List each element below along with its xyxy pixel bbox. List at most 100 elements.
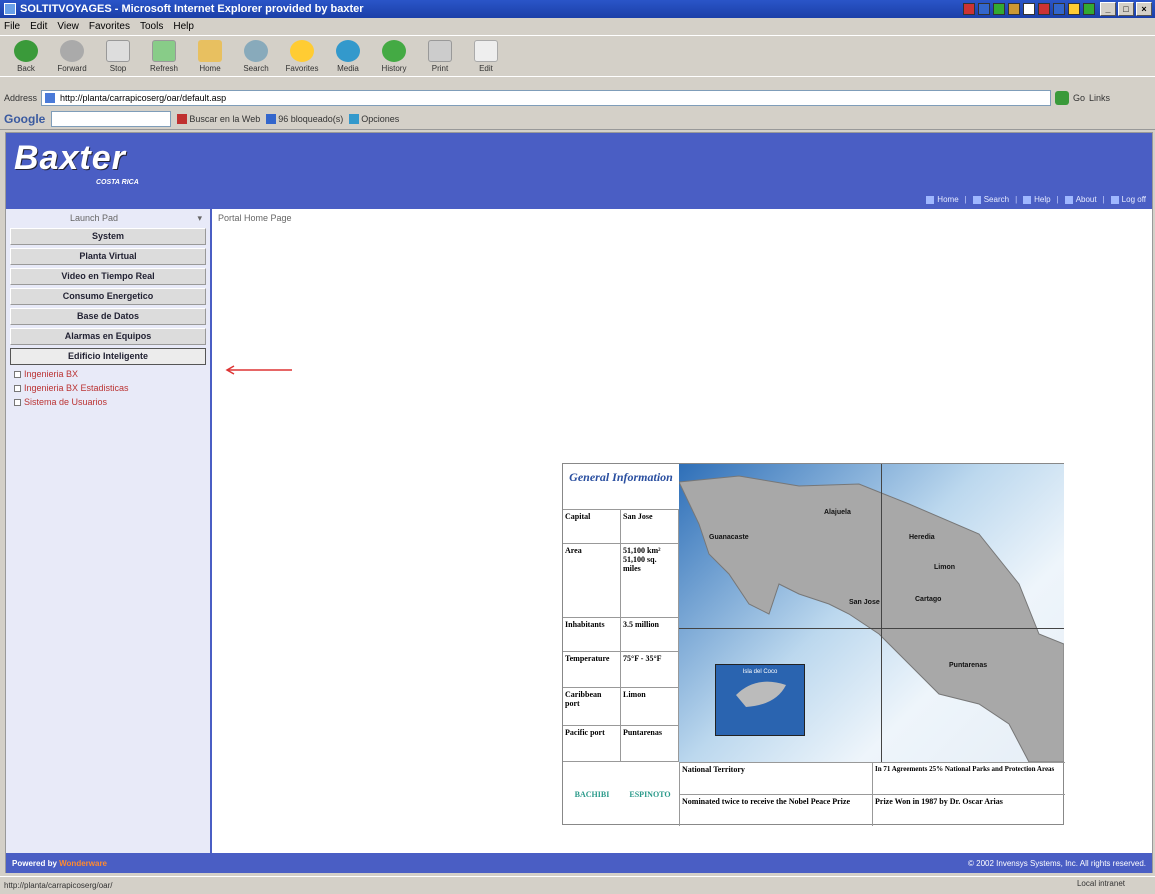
subitem-estadisticas[interactable]: Ingenieria BX Estadisticas <box>14 383 210 393</box>
title-bar: SOLTITVOYAGES - Microsoft Internet Explo… <box>0 0 1155 18</box>
footer: Powered by Wonderware © 2002 Invensys Sy… <box>6 853 1152 873</box>
nav-video[interactable]: Video en Tiempo Real <box>10 268 206 285</box>
print-button[interactable]: Print <box>420 40 460 73</box>
stop-icon <box>106 40 130 62</box>
favorites-button[interactable]: Favorites <box>282 40 322 73</box>
browser-window: SOLTITVOYAGES - Microsoft Internet Explo… <box>0 0 1155 894</box>
forward-icon <box>60 40 84 62</box>
bottom-left-text: ESPINOTO <box>629 789 671 799</box>
menu-tools[interactable]: Tools <box>140 21 163 32</box>
status-bar: http://planta/carrapicoserg/oar/ Local i… <box>0 876 1155 894</box>
print-icon <box>428 40 452 62</box>
map-label-limon: Limon <box>934 564 955 571</box>
map-label-san-jose: San Jose <box>849 599 880 606</box>
edit-button[interactable]: Edit <box>466 40 506 73</box>
header-banner: Baxter COSTA RICA Home | Search | Help | Ab… <box>6 133 1152 209</box>
baxter-logo: Baxter <box>14 139 126 177</box>
top-links: Home | Search | Help | About | Log off <box>926 195 1146 204</box>
menu-view[interactable]: View <box>57 21 79 32</box>
go-icon[interactable] <box>1055 91 1070 105</box>
tray-icons <box>963 3 1095 15</box>
breadcrumb: Portal Home Page <box>218 213 292 223</box>
map-label-heredia: Heredia <box>909 534 935 541</box>
map-inset: Isla del Coco <box>715 664 805 736</box>
address-label: Address <box>4 93 38 103</box>
toolbar: Back Forward Stop Refresh Home Search Fa… <box>0 37 1155 77</box>
map-label-alajuela: Alajuela <box>824 509 851 516</box>
menu-file[interactable]: File <box>4 21 20 32</box>
logoff-link[interactable]: Log off <box>1110 195 1146 204</box>
refresh-button[interactable]: Refresh <box>144 40 184 73</box>
info-title: General Information <box>563 464 679 510</box>
info-cell: Prize Won in 1987 by Dr. Oscar Arias <box>872 794 1065 826</box>
back-button[interactable]: Back <box>6 40 46 73</box>
chevron-down-icon: ▾ <box>197 212 202 223</box>
popup-blocker-button[interactable]: 96 bloqueado(s) <box>266 113 343 124</box>
nav-base-datos[interactable]: Base de Datos <box>10 308 206 325</box>
stop-button[interactable]: Stop <box>98 40 138 73</box>
sidebar: Launch Pad ▾ System Planta Virtual Video … <box>6 209 212 853</box>
map-label-cartago: Cartago <box>915 596 942 603</box>
about-icon <box>1064 195 1073 204</box>
close-button[interactable]: × <box>1136 2 1152 16</box>
google-logo[interactable]: Google <box>4 112 45 126</box>
info-bottom: BACHIBI ESPINOTO National Territory In 7… <box>563 762 1065 826</box>
help-link[interactable]: Help <box>1023 195 1051 204</box>
table-row: Capital San Jose <box>563 510 679 544</box>
links-label[interactable]: Links <box>1089 93 1110 103</box>
home-link[interactable]: Home <box>926 195 959 204</box>
home-icon <box>926 195 935 204</box>
history-icon <box>382 40 406 62</box>
logo-subtitle: COSTA RICA <box>96 179 139 186</box>
search-icon <box>244 40 268 62</box>
menu-help[interactable]: Help <box>173 21 194 32</box>
star-icon <box>290 40 314 62</box>
home-icon <box>198 40 222 62</box>
subitem-ingenieria[interactable]: Ingenieria BX <box>14 369 210 379</box>
nav-consumo[interactable]: Consumo Energetico <box>10 288 206 305</box>
google-toolbar: Google Buscar en la Web 96 bloqueado(s) … <box>0 108 1155 130</box>
options-icon <box>349 113 360 124</box>
checkbox-icon <box>14 398 21 406</box>
launch-pad-select[interactable]: Launch Pad ▾ <box>10 211 206 225</box>
menu-edit[interactable]: Edit <box>30 21 47 32</box>
status-zone: Local intranet <box>1076 879 1125 888</box>
google-options-button[interactable]: Opciones <box>349 113 399 124</box>
edit-icon <box>474 40 498 62</box>
about-link[interactable]: About <box>1064 195 1097 204</box>
back-icon <box>14 40 38 62</box>
table-row: Temperature 75°F - 35°F <box>563 652 679 688</box>
home-button[interactable]: Home <box>190 40 230 73</box>
bottom-left-text: BACHIBI <box>574 789 610 799</box>
nav-system[interactable]: System <box>10 228 206 245</box>
island-icon <box>736 681 786 707</box>
google-search-web-button[interactable]: Buscar en la Web <box>177 113 260 124</box>
media-icon <box>336 40 360 62</box>
go-label[interactable]: Go <box>1073 93 1085 103</box>
media-button[interactable]: Media <box>328 40 368 73</box>
nav-planta-virtual[interactable]: Planta Virtual <box>10 248 206 265</box>
forward-button[interactable]: Forward <box>52 40 92 73</box>
google-search-input[interactable] <box>51 110 172 127</box>
subitem-usuarios[interactable]: Sistema de Usuarios <box>14 397 210 407</box>
table-row: Pacific port Puntarenas <box>563 726 679 762</box>
table-row: Area 51,100 km² 51,100 sq. miles <box>563 544 679 618</box>
menu-bar: File Edit View Favorites Tools Help <box>0 18 1155 36</box>
minimize-button[interactable]: _ <box>1100 2 1116 16</box>
nav-edificio[interactable]: Edificio Inteligente <box>10 348 206 365</box>
maximize-button[interactable]: □ <box>1118 2 1134 16</box>
address-bar: Address http://planta/carrapicoserg/oar/… <box>0 88 1155 108</box>
checkbox-icon <box>14 370 21 378</box>
nav-alarmas[interactable]: Alarmas en Equipos <box>10 328 206 345</box>
logoff-icon <box>1110 195 1119 204</box>
menu-favorites[interactable]: Favorites <box>89 21 130 32</box>
info-cell: National Territory <box>679 762 872 794</box>
address-input[interactable]: http://planta/carrapicoserg/oar/default.… <box>41 90 1052 106</box>
search-link[interactable]: Search <box>972 195 1009 204</box>
powered-by: Powered by Wonderware <box>12 858 108 868</box>
history-button[interactable]: History <box>374 40 414 73</box>
search-button[interactable]: Search <box>236 40 276 73</box>
info-panel: General Information Capital San Jose Area… <box>562 463 1065 826</box>
info-cell: In 71 Agreements 25% National Parks and … <box>872 762 1065 794</box>
google-icon <box>177 113 188 124</box>
